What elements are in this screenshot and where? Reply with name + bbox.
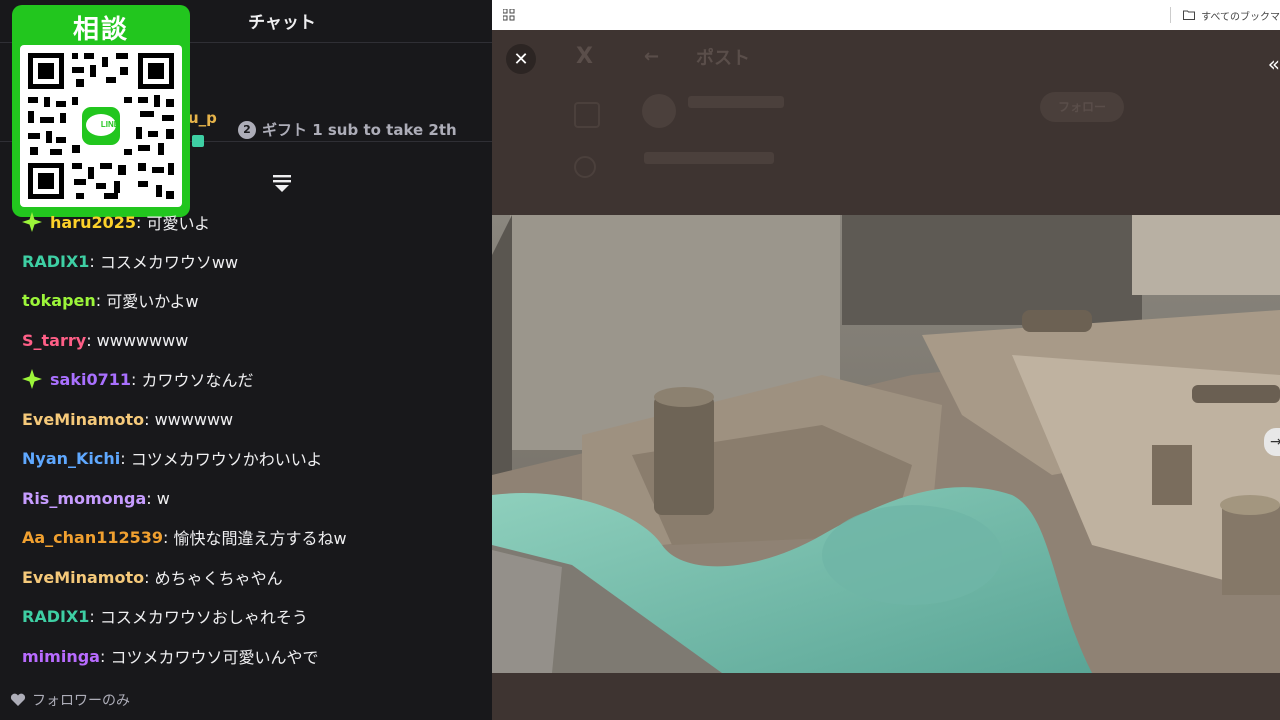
chat-username[interactable]: Aa_chan112539 — [22, 528, 163, 547]
chat-text: 可愛いかよw — [106, 292, 199, 311]
chat-username[interactable]: EveMinamoto — [22, 410, 144, 429]
chat-message: saki0711: カワウソなんだ — [22, 365, 253, 393]
folder-icon — [1183, 10, 1196, 20]
chat-text: カワウソなんだ — [141, 371, 254, 390]
close-button[interactable]: ✕ — [506, 44, 536, 74]
chat-text: コツメカワウソかわいいよ — [130, 450, 323, 469]
sparkle-icon — [22, 369, 42, 389]
chat-message: S_tarry: wwwwwww — [22, 330, 189, 350]
next-image-button[interactable]: → — [1264, 428, 1280, 456]
chat-message: tokapen: 可愛いかよw — [22, 286, 199, 314]
line-qr-overlay: 相談 LINE — [12, 5, 190, 217]
chat-username[interactable]: haru2025 — [50, 213, 136, 232]
x-logo-icon: X — [576, 44, 593, 69]
chat-text: めちゃくちゃやん — [154, 569, 283, 588]
chat-username[interactable]: S_tarry — [22, 331, 86, 350]
chat-username[interactable]: Nyan_Kichi — [22, 449, 120, 468]
pinned-username[interactable]: u_p — [188, 109, 217, 127]
sidebar-toggle-icon[interactable]: « — [1268, 52, 1280, 76]
chat-message: Ris_momonga: w — [22, 488, 170, 508]
chat-username[interactable]: tokapen — [22, 291, 96, 310]
chat-text: 愉快な間違え方するねw — [173, 529, 347, 548]
chat-username[interactable]: EveMinamoto — [22, 568, 144, 587]
chat-text: コスメカワウソおしゃれそう — [99, 608, 308, 627]
gift-badge-icon — [192, 135, 204, 147]
all-bookmarks-button[interactable]: すべてのブックマ — [1170, 7, 1280, 23]
follow-button[interactable]: フォロー — [1040, 92, 1124, 122]
chat-panel: チャット u_p 2 ギフト 1 sub to take 2th 相談 LINE… — [0, 0, 492, 720]
author-name-placeholder — [688, 96, 784, 108]
line-logo-text: LINE — [100, 120, 120, 129]
post-title: ポスト — [696, 48, 750, 69]
chat-username[interactable]: RADIX1 — [22, 252, 89, 271]
gift-text: ギフト 1 sub to take 2th — [262, 121, 457, 139]
heart-icon — [10, 693, 26, 706]
media-image[interactable] — [492, 215, 1280, 673]
all-bookmarks-label: すべてのブックマ — [1201, 11, 1280, 23]
bookmarks-bar: すべてのブックマ — [492, 0, 1280, 30]
gift-info: 2 ギフト 1 sub to take 2th — [238, 119, 457, 140]
back-arrow-icon: ← — [644, 46, 660, 67]
gift-count-badge: 2 — [238, 120, 256, 139]
post-text-placeholder — [644, 152, 774, 164]
chat-username[interactable]: RADIX1 — [22, 607, 89, 626]
followers-only-label: フォロワーのみ — [32, 693, 130, 709]
chat-username[interactable]: saki0711 — [50, 370, 131, 389]
chat-message: miminga: コツメカワウソ可愛いんやで — [22, 642, 318, 670]
chat-text: 可愛いよ — [146, 214, 211, 233]
sparkle-icon — [22, 212, 42, 232]
home-icon — [574, 102, 600, 128]
chat-message: haru2025: 可愛いよ — [22, 208, 210, 236]
avatar — [642, 94, 676, 128]
chat-username[interactable]: Ris_momonga — [22, 489, 146, 508]
chat-message: EveMinamoto: wwwwww — [22, 409, 234, 429]
qr-title: 相談 — [72, 15, 129, 45]
chat-message: RADIX1: コスメカワウソww — [22, 247, 238, 275]
chat-text: w — [156, 488, 170, 508]
chat-text: コツメカワウソ可愛いんやで — [110, 648, 319, 667]
apps-grid-icon[interactable] — [503, 9, 515, 21]
chat-message: Aa_chan112539: 愉快な間違え方するねw — [22, 523, 347, 551]
chat-text: wwwwwww — [96, 330, 189, 350]
search-icon — [574, 156, 596, 178]
chat-text: コスメカワウソww — [99, 253, 239, 272]
browser-window: すべてのブックマ ✕ X ← ポスト フォロー « → — [492, 0, 1280, 720]
chat-message: Nyan_Kichi: コツメカワウソかわいいよ — [22, 444, 322, 472]
chat-text: wwwwww — [154, 409, 234, 429]
chat-username[interactable]: miminga — [22, 647, 100, 666]
chat-message: EveMinamoto: めちゃくちゃやん — [22, 563, 283, 591]
chat-message: RADIX1: コスメカワウソおしゃれそう — [22, 602, 308, 630]
chat-mode-indicator: フォロワーのみ — [10, 690, 130, 710]
collapse-icon[interactable] — [272, 173, 292, 193]
